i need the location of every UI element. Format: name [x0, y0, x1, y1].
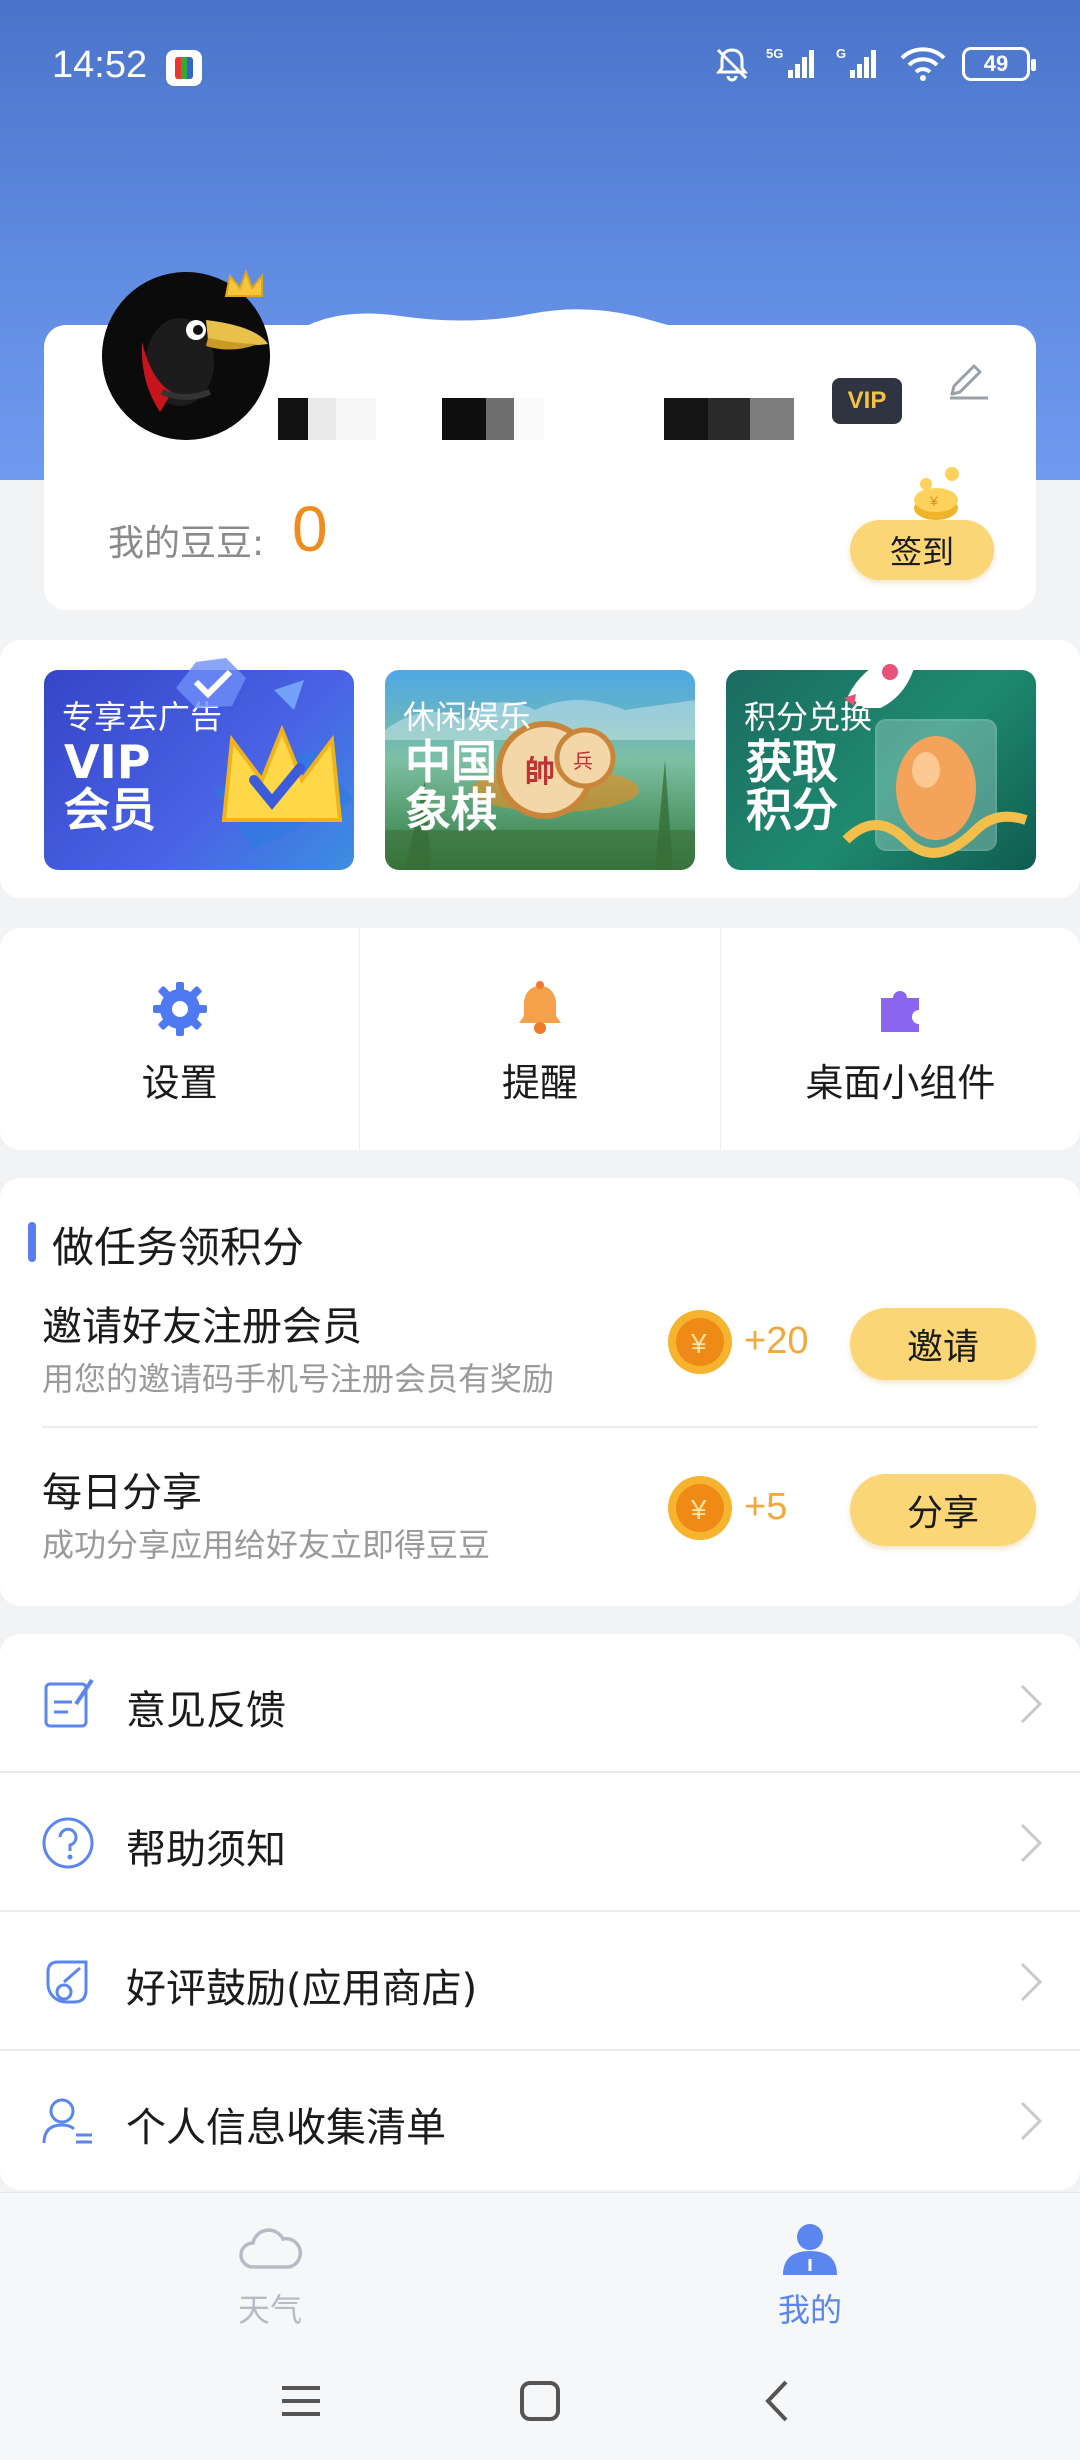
bell-icon: [518, 981, 561, 1034]
menu-item-rating[interactable]: 好评鼓励(应用商店): [0, 1912, 1080, 2051]
banner-chess-title: 中国 象棋: [405, 735, 497, 837]
task-share-points: +5: [744, 1486, 788, 1528]
menu-feedback-label: 意见反馈: [126, 1688, 286, 1734]
task-share-title: 每日分享: [42, 1470, 202, 1516]
tab-weather-label: 天气: [237, 2291, 302, 2329]
menu-icon[interactable]: [276, 2376, 326, 2426]
menu-item-personal-info[interactable]: 个人信息收集清单: [0, 2051, 1080, 2190]
coin-icon: ¥: [668, 1476, 732, 1540]
banner-vip-title: VIP 会员: [64, 735, 156, 837]
chevron-right-icon: [1020, 1962, 1043, 2002]
system-nav-bar: [0, 2342, 1080, 2460]
signal-5g-icon: 5G: [766, 46, 814, 78]
puzzle-icon: [881, 991, 920, 1032]
user-icon: [783, 2224, 837, 2275]
bottom-nav: 天气 我的: [0, 2192, 1080, 2342]
status-time: 14:52: [52, 44, 148, 86]
invite-button[interactable]: 邀请: [850, 1308, 1036, 1380]
status-icons: 5G G 49: [712, 44, 1036, 84]
share-button[interactable]: 分享: [850, 1474, 1036, 1546]
profile-wave-decoration: [290, 309, 750, 346]
signal-5g-label: 5G: [766, 46, 783, 61]
task-invite-points: +20: [744, 1320, 809, 1362]
signal-g-icon: G: [836, 46, 876, 78]
task-row-share: 每日分享 成功分享应用给好友立即得豆豆 ¥ +5 分享: [0, 1444, 1080, 1604]
tab-weather[interactable]: 天气: [170, 2221, 370, 2331]
status-bar: 14:52 5G G 49: [0, 0, 1080, 130]
shortcut-settings-label: 设置: [141, 1061, 218, 1105]
shortcut-panel: 设置 提醒 桌面小组件: [0, 928, 1080, 1150]
rating-icon: [46, 1960, 88, 2004]
shortcut-reminder[interactable]: 提醒: [360, 928, 721, 1150]
beans-value: 0: [292, 493, 328, 565]
back-icon[interactable]: [754, 2376, 804, 2426]
badge-check-icon: [176, 658, 246, 708]
battery-level: 49: [983, 51, 1009, 76]
banner-chess-subtitle: 休闲娱乐: [403, 698, 532, 736]
feedback-icon: [44, 1678, 94, 1728]
chevron-right-icon: [1020, 1823, 1043, 1863]
svg-text:¥: ¥: [690, 1494, 707, 1525]
wifi-icon: [900, 47, 946, 81]
shortcut-widgets[interactable]: 桌面小组件: [721, 928, 1080, 1150]
tasks-title-accent: [28, 1222, 36, 1262]
banner-points-title: 获取 积分: [746, 735, 838, 837]
personal-info-icon: [42, 2098, 92, 2144]
svg-text:兵: 兵: [573, 749, 593, 773]
chevron-right-icon: [1020, 1684, 1043, 1724]
menu-list: 意见反馈 帮助须知 好评鼓励(应用商店) 个人信息收集清单: [0, 1634, 1080, 2190]
chevron-right-icon: [1020, 2101, 1043, 2141]
edit-pencil-icon[interactable]: [946, 356, 990, 400]
banner-chess[interactable]: 帥 兵 休闲娱乐 中国 象棋: [385, 670, 695, 870]
help-icon: [42, 1817, 94, 1869]
tab-mine[interactable]: 我的: [710, 2221, 910, 2331]
coin-icon: ¥: [668, 1310, 732, 1374]
username-masked: [278, 396, 798, 442]
home-icon[interactable]: [515, 2376, 565, 2426]
tab-mine-label: 我的: [777, 2291, 842, 2329]
coin-stack-icon: ¥: [914, 467, 959, 520]
menu-rating-label: 好评鼓励(应用商店): [126, 1966, 478, 2012]
menu-help-label: 帮助须知: [126, 1827, 286, 1873]
task-divider: [42, 1426, 1038, 1428]
menu-personal-info-label: 个人信息收集清单: [126, 2105, 446, 2151]
beans-label: 我的豆豆:: [108, 523, 265, 564]
shortcut-settings[interactable]: 设置: [0, 928, 361, 1150]
rocket-icon: [844, 652, 918, 708]
signal-g-label: G: [836, 46, 846, 61]
svg-text:¥: ¥: [929, 493, 938, 509]
shortcut-widgets-label: 桌面小组件: [805, 1061, 996, 1105]
gear-icon: [152, 982, 207, 1036]
signin-button[interactable]: 签到: [850, 520, 994, 580]
tasks-panel: 做任务领积分 邀请好友注册会员 用您的邀请码手机号注册会员有奖励 ¥ +20 邀…: [0, 1178, 1080, 1606]
mute-bell-icon: [716, 48, 748, 82]
task-row-invite: 邀请好友注册会员 用您的邀请码手机号注册会员有奖励 ¥ +20 邀请: [0, 1278, 1080, 1438]
menu-item-help[interactable]: 帮助须知: [0, 1773, 1080, 1912]
cloud-icon: [239, 2228, 302, 2269]
tasks-title: 做任务领积分: [52, 1223, 305, 1272]
task-invite-desc: 用您的邀请码手机号注册会员有奖励: [42, 1360, 555, 1398]
task-share-desc: 成功分享应用给好友立即得豆豆: [42, 1526, 491, 1564]
task-invite-title: 邀请好友注册会员: [42, 1304, 362, 1350]
shortcut-reminder-label: 提醒: [501, 1061, 578, 1105]
svg-text:¥: ¥: [690, 1328, 707, 1359]
battery-indicator: 49: [962, 47, 1036, 81]
app-notification-icon: [166, 50, 202, 86]
menu-item-feedback[interactable]: 意见反馈: [0, 1634, 1080, 1773]
crown-icon: [224, 269, 263, 297]
vip-badge[interactable]: VIP: [832, 378, 902, 424]
